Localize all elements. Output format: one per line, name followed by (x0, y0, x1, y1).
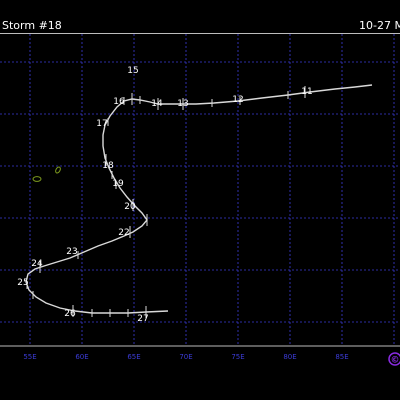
track-day-label: 13 (177, 99, 188, 109)
storm-track (25, 84, 373, 318)
storm-track-map: 11 12 13 14 15 16 17 18 19 20 22 23 2425 26 27 55E 60E 6… (0, 34, 400, 366)
track-day-label: 14 (151, 99, 163, 109)
track-day-label: 12 (232, 95, 243, 105)
track-day-label: 22 (118, 228, 129, 238)
track-day-label: 11 (301, 87, 312, 97)
track-day-label: 24 (31, 259, 43, 269)
longitude-axis-labels: 55E 60E 65E 70E 75E 80E 85E (23, 353, 348, 361)
island-1 (32, 176, 42, 182)
longitude-label: 65E (127, 353, 140, 361)
track-day-label: 25 (17, 278, 28, 288)
island-2 (55, 166, 61, 174)
track-day-label: 18 (102, 161, 114, 171)
longitude-label: 70E (179, 353, 192, 361)
longitude-label: 75E (231, 353, 244, 361)
track-day-label: 26 (64, 309, 76, 319)
svg-text:©: © (391, 356, 400, 366)
track-day-label: 23 (66, 247, 77, 257)
track-day-label: 17 (96, 119, 107, 129)
copyright-icon: © (388, 352, 400, 366)
longitude-label: 85E (335, 353, 348, 361)
track-day-label: 15 (127, 66, 138, 76)
longitude-label: 80E (283, 353, 296, 361)
track-day-label: 19 (112, 179, 124, 189)
track-day-label: 20 (124, 202, 136, 212)
track-line (25, 84, 373, 314)
longitude-label: 60E (75, 353, 88, 361)
lat-lon-grid (0, 34, 400, 347)
track-day-label: 27 (137, 314, 148, 324)
track-day-label: 16 (113, 97, 125, 107)
longitude-label: 55E (23, 353, 36, 361)
islands (32, 166, 61, 182)
